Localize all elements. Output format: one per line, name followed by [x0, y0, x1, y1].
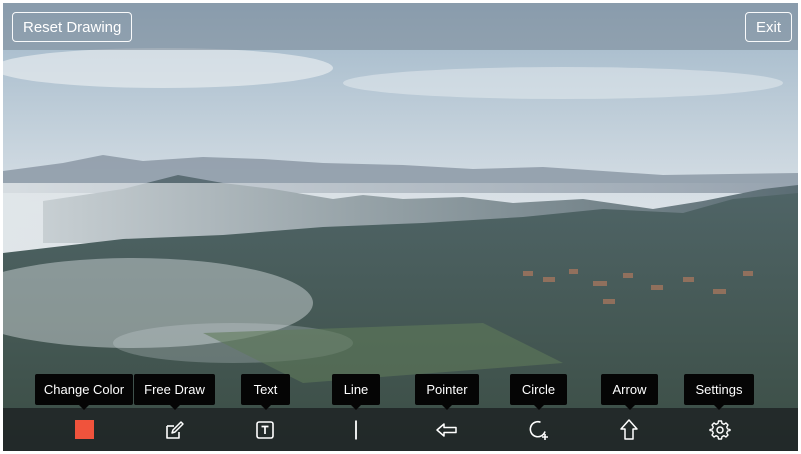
text-button[interactable]: [243, 408, 287, 451]
left-arrow-icon: [436, 422, 457, 437]
exit-button[interactable]: Exit: [744, 12, 792, 42]
arrow-button[interactable]: [607, 408, 651, 451]
color-swatch-icon: [74, 420, 94, 439]
tooltip-pointer: Pointer: [415, 374, 479, 410]
line-icon: [355, 420, 357, 439]
tooltip-circle: Circle: [510, 374, 567, 410]
free-draw-button[interactable]: [153, 408, 197, 451]
reset-drawing-button[interactable]: Reset Drawing: [12, 12, 133, 42]
text-box-icon: [256, 420, 274, 439]
tooltip-arrow: Arrow: [601, 374, 658, 410]
tooltip-line: Line: [332, 374, 380, 410]
circle-button[interactable]: [517, 408, 561, 451]
circle-plus-icon: [529, 420, 548, 440]
pencil-edit-icon: [166, 420, 184, 439]
tooltip-settings: Settings: [684, 374, 754, 410]
up-arrow-icon: [620, 418, 638, 440]
tooltip-free-draw: Free Draw: [134, 374, 215, 410]
drawing-toolbar: [3, 408, 798, 451]
gear-icon: [709, 419, 731, 440]
change-color-button[interactable]: [62, 408, 106, 451]
tooltip-change-color: Change Color: [35, 374, 133, 410]
drawing-canvas[interactable]: Reset Drawing Exit Change Color Free Dra…: [3, 3, 798, 451]
tooltip-text: Text: [241, 374, 290, 410]
line-button[interactable]: [334, 408, 378, 451]
pointer-button[interactable]: [425, 408, 469, 451]
settings-button[interactable]: [698, 408, 742, 451]
